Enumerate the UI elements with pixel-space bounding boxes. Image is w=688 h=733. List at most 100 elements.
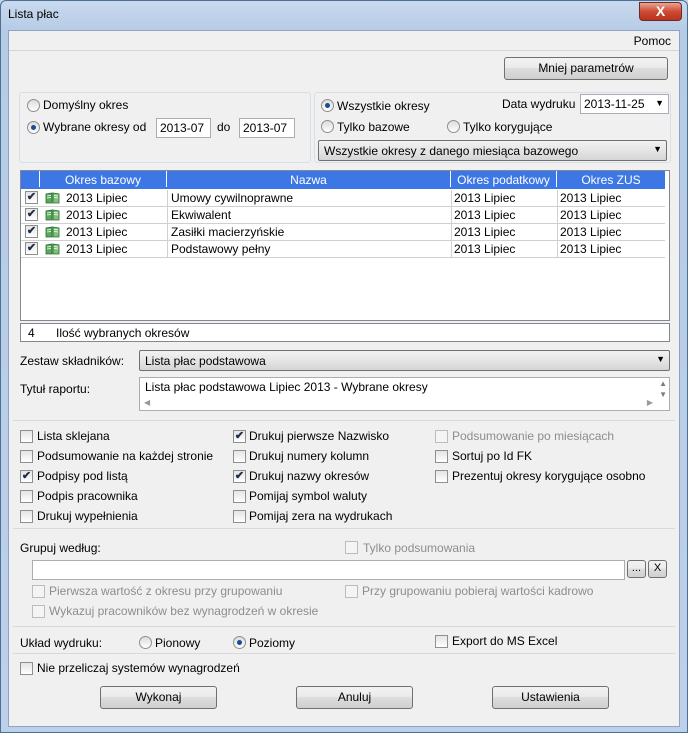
period-scope-select[interactable]: Wszystkie okresy z danego miesiąca bazow…	[318, 140, 667, 161]
report-title-input[interactable]: Lista płac podstawowa Lipiec 2013 - Wybr…	[139, 377, 670, 411]
settings-button[interactable]: Ustawienia	[492, 686, 609, 709]
cell-tax-period: 2013 Lipiec	[454, 191, 516, 205]
hr-values-checkbox[interactable]	[345, 585, 358, 598]
drukuj-numery-kolumn-checkbox[interactable]	[233, 450, 246, 463]
selected-count-label: Ilość wybranych okresów	[56, 326, 190, 340]
drukuj-wypelnienia-label: Drukuj wypełnienia	[37, 509, 138, 523]
table-header: Okres bazowy Nazwa Okres podatkowy Okres…	[21, 171, 665, 189]
table-row[interactable]: ✔ 2013 Lipiec Zasiłki macierzyńskie 2013 Li…	[21, 224, 665, 241]
cell-zus-period: 2013 Lipiec	[560, 225, 622, 239]
podsumowanie-na-kazdej-stronie-checkbox[interactable]	[20, 450, 33, 463]
export-excel-label: Export do MS Excel	[452, 634, 558, 648]
drukuj-nazwy-okresow-checkbox[interactable]: ✔	[233, 470, 246, 483]
period-to-input[interactable]: 2013-07	[239, 118, 295, 138]
table-row[interactable]: ✔ 2013 Lipiec Ekwiwalent 2013 Lipiec 2013 Li…	[21, 207, 665, 224]
less-params-button[interactable]: Mniej parametrów	[504, 57, 668, 80]
podsumowanie-po-miesiacach-label: Podsumowanie po miesiącach	[452, 429, 615, 443]
podpisy-pod-lista-checkbox[interactable]: ✔	[20, 470, 33, 483]
show-without-pay-checkbox[interactable]	[32, 605, 45, 618]
scroll-left-icon[interactable]: ◀	[144, 398, 150, 407]
table-footer: 4 Ilość wybranych okresów	[20, 323, 670, 342]
window-title: Lista płac	[8, 7, 59, 21]
export-excel-checkbox[interactable]	[435, 635, 448, 648]
lista-sklejana-checkbox[interactable]	[20, 430, 33, 443]
podpis-pracownika-checkbox[interactable]	[20, 490, 33, 503]
sortuj-po-id-fk-label: Sortuj po Id FK	[452, 449, 533, 463]
scroll-down-icon[interactable]: ▼	[659, 390, 667, 399]
radio-default-period[interactable]	[27, 99, 40, 112]
row-checkbox[interactable]: ✔	[25, 242, 38, 255]
radio-portrait[interactable]	[139, 636, 152, 649]
first-value-label: Pierwsza wartość z okresu przy grupowani…	[49, 584, 283, 598]
prezentuj-okresy-korygujace-osobno-checkbox[interactable]	[435, 470, 448, 483]
menu-help[interactable]: Pomoc	[634, 34, 671, 48]
radio-correcting-only[interactable]	[447, 120, 460, 133]
column-header-base[interactable]: Okres bazowy	[40, 171, 167, 187]
cell-tax-period: 2013 Lipiec	[454, 208, 516, 222]
pomijaj-zera-na-wydrukach-label: Pomijaj zera na wydrukach	[249, 509, 393, 523]
cell-tax-period: 2013 Lipiec	[454, 225, 516, 239]
close-button[interactable]: X	[639, 2, 682, 21]
radio-selected-periods[interactable]	[27, 121, 40, 134]
execute-button[interactable]: Wykonaj	[100, 686, 217, 709]
row-checkbox[interactable]: ✔	[25, 208, 38, 221]
cell-zus-period: 2013 Lipiec	[560, 191, 622, 205]
first-value-checkbox[interactable]	[32, 585, 45, 598]
all-periods-label: Wszystkie okresy	[337, 99, 430, 113]
pomijaj-symbol-waluty-label: Pomijaj symbol waluty	[249, 489, 368, 503]
print-date-picker[interactable]: 2013-11-25 ▼	[580, 94, 669, 114]
print-date-label: Data wydruku	[502, 97, 576, 111]
dialog-body: Pomoc Mniej parametrów Domyślny okres Wy…	[8, 30, 680, 727]
periods-table[interactable]: Okres bazowy Nazwa Okres podatkowy Okres…	[20, 170, 670, 321]
cell-tax-period: 2013 Lipiec	[454, 242, 516, 256]
divider	[13, 528, 675, 529]
cell-name: Ekwiwalent	[171, 208, 232, 222]
podsumowanie-na-kazdej-stronie-label: Podsumowanie na każdej stronie	[37, 449, 214, 463]
podsumowanie-po-miesiacach-checkbox[interactable]	[435, 430, 448, 443]
window: Lista płac X Pomoc Mniej parametrów Domy…	[0, 0, 688, 733]
chevron-down-icon: ▼	[656, 354, 665, 364]
column-header-name[interactable]: Nazwa	[167, 171, 451, 187]
book-icon	[45, 226, 60, 238]
chevron-down-icon: ▼	[655, 98, 664, 108]
sortuj-po-id-fk-checkbox[interactable]	[435, 450, 448, 463]
components-select[interactable]: Lista płac podstawowa ▼	[139, 350, 670, 371]
selected-periods-label: Wybrane okresy od	[43, 120, 147, 134]
cell-name: Zasiłki macierzyńskie	[171, 225, 285, 239]
show-without-pay-label: Wykazuj pracowników bez wynagrodzeń w ok…	[49, 604, 319, 618]
no-recalc-checkbox[interactable]	[20, 662, 33, 675]
table-row[interactable]: ✔ 2013 Lipiec Podstawowy pełny 2013 Lipiec 2…	[21, 241, 665, 258]
components-label: Zestaw składników:	[20, 354, 125, 368]
column-header-tax[interactable]: Okres podatkowy	[451, 171, 557, 187]
chevron-down-icon: ▼	[653, 144, 662, 154]
radio-all-periods[interactable]	[321, 99, 334, 112]
drukuj-pierwsze-nazwisko-checkbox[interactable]: ✔	[233, 430, 246, 443]
radio-landscape[interactable]	[233, 636, 246, 649]
browse-button[interactable]: ...	[627, 560, 646, 578]
table-row[interactable]: ✔ 2013 Lipiec Umowy cywilnoprawne 2013 Lipi…	[21, 190, 665, 207]
default-period-label: Domyślny okres	[43, 98, 129, 112]
clear-group-button[interactable]: X	[648, 560, 667, 578]
radio-base-only[interactable]	[321, 120, 334, 133]
prezentuj-okresy-korygujace-osobno-label: Prezentuj okresy korygujące osobno	[452, 469, 646, 483]
divider	[13, 653, 675, 654]
drukuj-wypelnienia-checkbox[interactable]	[20, 510, 33, 523]
pomijaj-zera-na-wydrukach-checkbox[interactable]	[233, 510, 246, 523]
selected-count: 4	[28, 326, 35, 340]
row-checkbox[interactable]: ✔	[25, 225, 38, 238]
scroll-right-icon[interactable]: ▶	[647, 398, 653, 407]
scroll-up-icon[interactable]: ▲	[659, 379, 667, 388]
column-header-zus[interactable]: Okres ZUS	[557, 171, 665, 187]
cell-base-period: 2013 Lipiec	[66, 242, 128, 256]
cancel-button[interactable]: Anuluj	[296, 686, 413, 709]
podpis-pracownika-label: Podpis pracownika	[37, 489, 138, 503]
cell-zus-period: 2013 Lipiec	[560, 208, 622, 222]
pomijaj-symbol-waluty-checkbox[interactable]	[233, 490, 246, 503]
summary-only-checkbox[interactable]	[345, 541, 358, 554]
divider	[13, 626, 675, 627]
row-checkbox[interactable]: ✔	[25, 191, 38, 204]
period-from-input[interactable]: 2013-07	[156, 118, 211, 138]
group-by-input[interactable]	[32, 560, 625, 580]
cell-name: Podstawowy pełny	[171, 242, 271, 256]
lista-sklejana-label: Lista sklejana	[37, 429, 110, 443]
